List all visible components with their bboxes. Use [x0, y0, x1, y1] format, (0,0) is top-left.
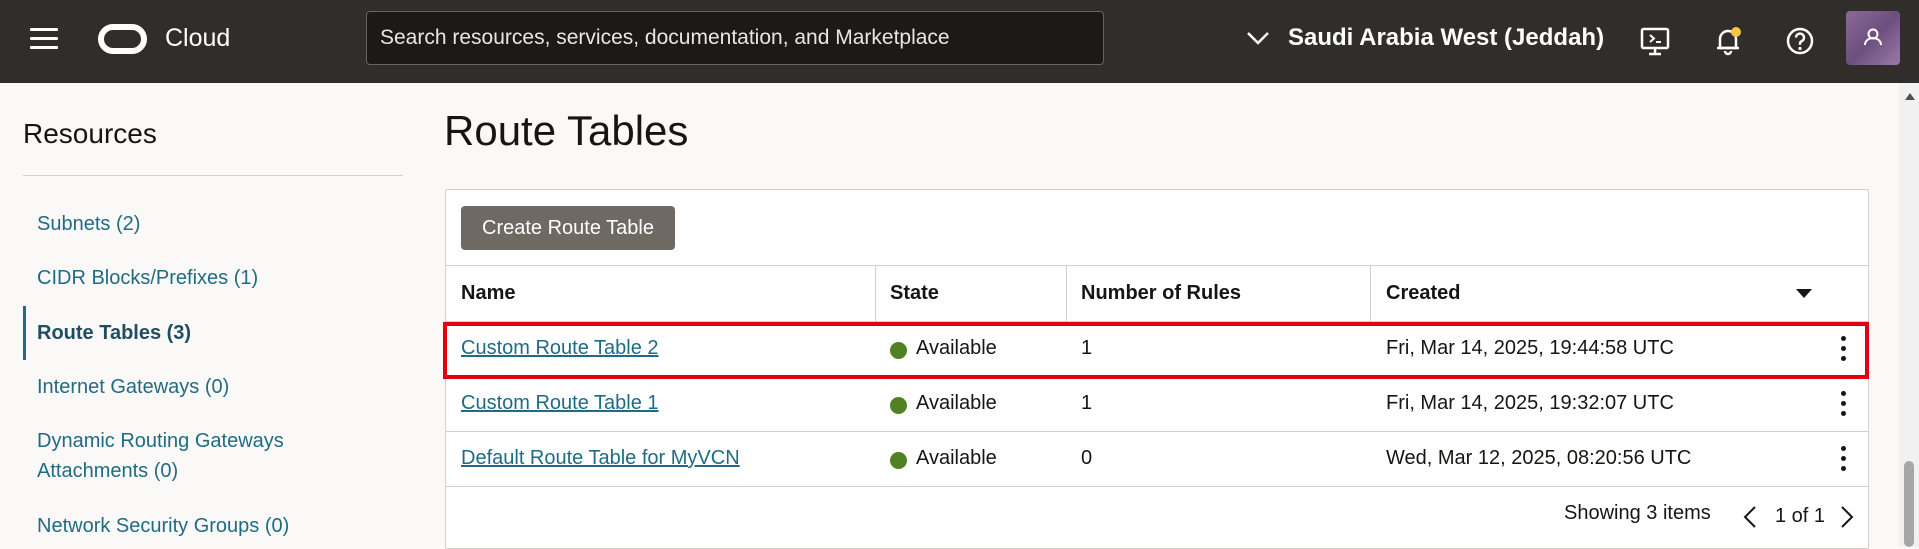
top-bar: Cloud Saudi Arabia West (Jeddah) — [0, 0, 1919, 83]
search-input[interactable] — [380, 12, 1090, 64]
column-header-name[interactable]: Name — [461, 282, 515, 305]
region-selector[interactable]: Saudi Arabia West (Jeddah) — [1246, 24, 1604, 52]
brand-label[interactable]: Cloud — [165, 24, 230, 53]
status-label: Available — [916, 392, 997, 414]
row-highlight-box — [443, 322, 1869, 379]
table-row: Default Route Table for MyVCN Available … — [446, 432, 1868, 487]
user-avatar[interactable] — [1846, 11, 1900, 65]
status-available-icon — [890, 397, 907, 414]
sidebar-item-cidr-blocks[interactable]: CIDR Blocks/Prefixes (1) — [37, 263, 258, 293]
created-date: Fri, Mar 14, 2025, 19:32:07 UTC — [1386, 392, 1674, 414]
hamburger-icon[interactable] — [30, 28, 58, 50]
create-route-table-button[interactable]: Create Route Table — [461, 206, 675, 250]
item-count: Showing 3 items — [1564, 502, 1711, 524]
user-avatar-icon — [1864, 28, 1882, 46]
column-header-rules[interactable]: Number of Rules — [1081, 282, 1241, 305]
row-actions-icon[interactable] — [1838, 391, 1848, 417]
created-date: Wed, Mar 12, 2025, 08:20:56 UTC — [1386, 447, 1692, 469]
column-header-created[interactable]: Created — [1386, 282, 1460, 305]
rules-count: 1 — [1081, 392, 1093, 414]
sidebar-divider — [23, 175, 403, 176]
status-available-icon — [890, 452, 907, 469]
column-header-state[interactable]: State — [890, 282, 939, 305]
cloud-shell-icon[interactable] — [1638, 24, 1672, 58]
region-label: Saudi Arabia West (Jeddah) — [1288, 24, 1605, 51]
chevron-left-icon[interactable] — [1742, 505, 1758, 529]
sidebar-item-network-security-groups[interactable]: Network Security Groups (0) — [37, 511, 289, 541]
sidebar-item-subnets[interactable]: Subnets (2) — [37, 209, 140, 239]
bell-icon[interactable] — [1711, 24, 1745, 58]
route-table-name-link[interactable]: Default Route Table for MyVCN — [461, 447, 740, 470]
page-indicator: 1 of 1 — [1775, 505, 1826, 527]
row-actions-icon[interactable] — [1838, 446, 1848, 472]
scroll-thumb[interactable] — [1904, 461, 1914, 547]
oracle-logo[interactable] — [98, 24, 147, 54]
table-row: Custom Route Table 1 Available 1 Fri, Ma… — [446, 377, 1868, 432]
sidebar-item-route-tables[interactable]: Route Tables (3) — [37, 318, 191, 348]
sidebar-active-indicator — [23, 306, 26, 360]
sidebar-title: Resources — [23, 118, 157, 149]
rules-count: 0 — [1081, 447, 1093, 469]
column-separator — [1370, 266, 1371, 323]
page-scrollbar[interactable] — [1899, 83, 1919, 547]
scroll-up-icon[interactable] — [1905, 93, 1915, 100]
column-separator — [875, 266, 876, 323]
route-table-name-link[interactable]: Custom Route Table 1 — [461, 392, 659, 415]
help-icon[interactable] — [1783, 24, 1817, 58]
sidebar-item-internet-gateways[interactable]: Internet Gateways (0) — [37, 372, 229, 402]
sidebar-item-drg-attachments[interactable]: Dynamic Routing Gateways Attachments (0) — [37, 426, 337, 486]
sort-caret-icon[interactable] — [1796, 289, 1812, 298]
table-header: Name State Number of Rules Created — [446, 265, 1868, 323]
chevron-down-icon — [1247, 32, 1269, 45]
page-title: Route Tables — [444, 107, 689, 154]
status-label: Available — [916, 447, 997, 469]
search-box[interactable] — [366, 11, 1104, 65]
column-separator — [1066, 266, 1067, 323]
chevron-right-icon[interactable] — [1839, 505, 1855, 529]
